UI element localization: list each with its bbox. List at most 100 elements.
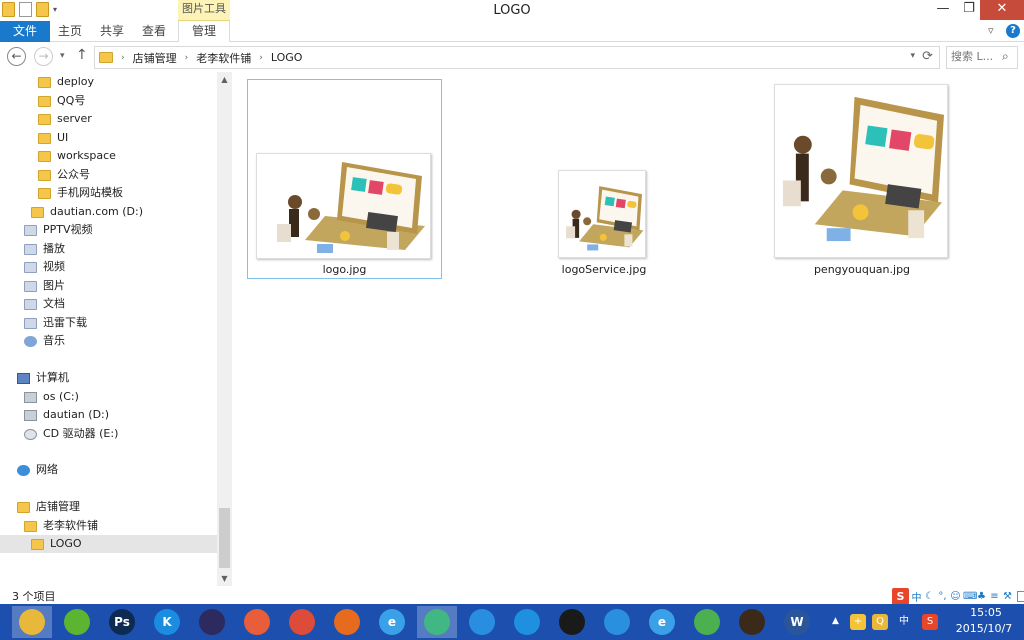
scroll-down-icon[interactable]: ▼ <box>217 571 232 586</box>
nav-item-network[interactable]: 网络 <box>17 461 58 479</box>
nav-item-documents[interactable]: 文档 <box>24 295 65 313</box>
nav-item-logo[interactable]: LOGO <box>0 535 217 553</box>
refresh-icon[interactable]: ⟳ <box>922 49 933 64</box>
keyboard-icon[interactable]: ⌨ <box>963 591 977 602</box>
emoji-icon[interactable]: ☺ <box>950 591 961 602</box>
nav-item-workspace[interactable]: workspace <box>38 147 116 165</box>
taskbar-file-explorer[interactable] <box>12 606 52 638</box>
close-button[interactable]: ✕ <box>980 0 1024 20</box>
nav-item-ui[interactable]: UI <box>38 129 68 147</box>
minimize-button[interactable]: — <box>932 0 954 20</box>
tab-manage[interactable]: 管理 <box>178 21 230 42</box>
maximize-button[interactable]: ❐ <box>958 0 980 20</box>
nav-item-drive-c[interactable]: os (C:) <box>24 388 79 406</box>
computer-icon <box>17 372 30 384</box>
ime-mode[interactable]: 中 <box>911 589 922 604</box>
moon-icon[interactable]: ☾ <box>924 591 935 602</box>
qq-icon[interactable]: Q <box>872 614 888 630</box>
nav-item-official-account[interactable]: 公众号 <box>38 166 90 184</box>
file-item-logo[interactable]: logo.jpg <box>247 79 442 279</box>
photoshop-icon: Ps <box>109 609 135 635</box>
taskbar-baidu-cloud[interactable] <box>462 606 502 638</box>
address-bar[interactable]: › 店铺管理 › 老李软件铺 › LOGO ▾ ⟳ <box>94 46 940 69</box>
recent-locations-icon[interactable]: ▾ <box>60 51 65 61</box>
nav-item-videos[interactable]: 视频 <box>24 258 65 276</box>
taskbar-360-browser[interactable] <box>57 606 97 638</box>
nav-item-server[interactable]: server <box>38 110 92 128</box>
taskbar-eclipse[interactable] <box>192 606 232 638</box>
nav-item-play[interactable]: 播放 <box>24 240 65 258</box>
nav-pane-scrollbar[interactable]: ▲ ▼ <box>217 72 232 586</box>
back-button[interactable]: ← <box>7 47 26 66</box>
skin-icon[interactable]: ♣ <box>976 591 987 602</box>
punctuation-icon[interactable]: °, <box>937 591 948 602</box>
nav-item-dautian-com[interactable]: dautian.com (D:) <box>31 203 143 221</box>
network-app-icon <box>514 609 540 635</box>
nav-item-pptv[interactable]: PPTV视频 <box>24 221 93 239</box>
show-hidden-icons[interactable]: ▲ <box>832 616 839 626</box>
taskbar-wechat[interactable] <box>687 606 727 638</box>
sogou-tray-icon[interactable]: S <box>922 614 938 630</box>
tray-app-icon[interactable]: + <box>850 614 866 630</box>
file-view: logo.jpg logoService.jpg pengyouquan.jpg <box>232 72 1024 586</box>
taskbar-chrome[interactable] <box>282 606 322 638</box>
forward-button[interactable]: → <box>34 47 53 66</box>
address-history-icon[interactable]: ▾ <box>910 51 915 61</box>
scroll-up-icon[interactable]: ▲ <box>217 72 232 87</box>
nav-item-qq[interactable]: QQ号 <box>38 92 85 110</box>
nav-item-computer[interactable]: 计算机 <box>17 369 69 387</box>
customize-qat-icon[interactable]: ▾ <box>53 5 57 14</box>
properties-icon[interactable] <box>19 2 32 17</box>
taskbar-colorful-app[interactable] <box>237 606 277 638</box>
drive-icon <box>24 391 37 403</box>
sogou-ime-icon[interactable]: S <box>892 587 909 605</box>
file-explorer-icon <box>19 609 45 635</box>
breadcrumb-software-shop[interactable]: 老李软件铺 <box>196 50 251 66</box>
taskbar-network-app[interactable] <box>507 606 547 638</box>
nav-item-music[interactable]: 音乐 <box>24 332 65 350</box>
file-item-logo-service[interactable]: logoService.jpg <box>554 167 654 279</box>
tab-home[interactable]: 主页 <box>50 21 90 42</box>
tab-file[interactable]: 文件 <box>0 21 50 42</box>
taskbar-game-app[interactable] <box>732 606 772 638</box>
taskbar-word[interactable]: W <box>777 606 817 638</box>
taskbar-kugou[interactable]: K <box>147 606 187 638</box>
details-view-icon[interactable] <box>1017 590 1024 602</box>
search-icon[interactable]: ⌕ <box>1002 49 1009 64</box>
ime-mode-icon[interactable]: 中 <box>896 614 912 630</box>
file-name: logoService.jpg <box>561 263 647 276</box>
search-box[interactable]: ⌕ <box>946 46 1018 69</box>
help-icon[interactable]: ? <box>1006 24 1020 38</box>
tab-share[interactable]: 共享 <box>92 21 132 42</box>
library-icon <box>24 243 37 255</box>
file-item-pengyouquan[interactable]: pengyouquan.jpg <box>770 81 954 279</box>
tool-icon[interactable]: ⚒ <box>1002 591 1013 602</box>
taskbar-ie-2[interactable]: e <box>642 606 682 638</box>
nav-item-store-management[interactable]: 店铺管理 <box>17 498 80 516</box>
tab-view[interactable]: 查看 <box>134 21 174 42</box>
clock-date[interactable]: 2015/10/7 <box>952 622 1016 635</box>
new-folder-icon[interactable] <box>36 2 49 17</box>
up-button[interactable]: ↑ <box>76 47 88 63</box>
taskbar-ie[interactable]: e <box>372 606 412 638</box>
nav-item-pictures[interactable]: 图片 <box>24 277 65 295</box>
scrollbar-thumb[interactable] <box>219 508 230 568</box>
taskbar-pen-app[interactable] <box>597 606 637 638</box>
breadcrumb-logo[interactable]: LOGO <box>271 51 303 64</box>
nav-item-deploy[interactable]: deploy <box>38 73 94 91</box>
nav-item-drive-d[interactable]: dautian (D:) <box>24 406 109 424</box>
search-input[interactable] <box>951 50 999 63</box>
taskbar-firefox[interactable] <box>327 606 367 638</box>
taskbar-photoshop[interactable]: Ps <box>102 606 142 638</box>
taskbar-eye-app[interactable] <box>552 606 592 638</box>
nav-item-xunlei-downloads[interactable]: 迅雷下载 <box>24 314 87 332</box>
menu-icon[interactable]: ≡ <box>989 591 1000 602</box>
expand-ribbon-icon[interactable]: ▿ <box>988 24 994 37</box>
clock-time[interactable]: 15:05 <box>958 606 1014 619</box>
nav-item-software-shop[interactable]: 老李软件铺 <box>24 517 98 535</box>
breadcrumb-store-management[interactable]: 店铺管理 <box>133 50 177 66</box>
nav-item-mobile-templates[interactable]: 手机网站模板 <box>38 184 123 202</box>
taskbar-xunlei[interactable] <box>417 606 457 638</box>
nav-item-cd-drive[interactable]: CD 驱动器 (E:) <box>24 425 118 443</box>
folder-icon[interactable] <box>2 2 15 17</box>
